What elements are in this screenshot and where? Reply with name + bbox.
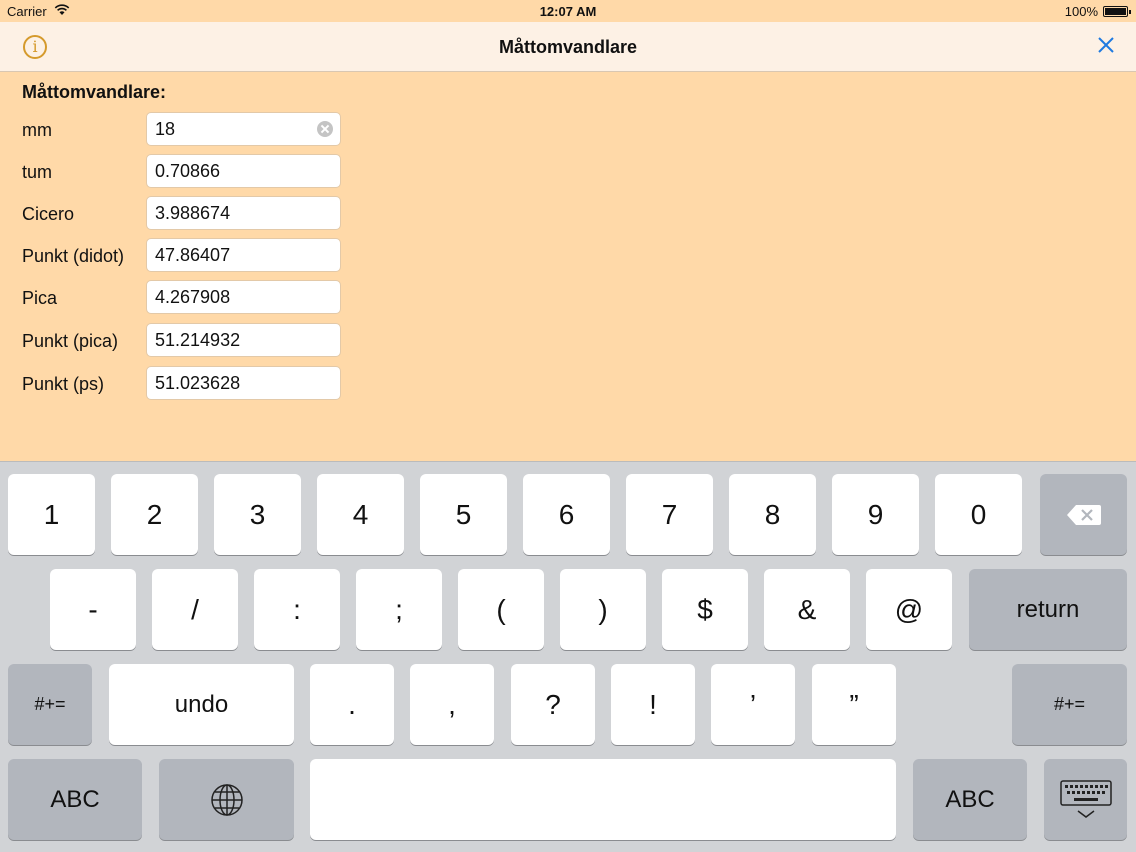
row-pica: Pica: [22, 280, 352, 314]
label-punkt-pica: Punkt (pica): [22, 331, 119, 351]
key-comma[interactable]: ,: [410, 664, 494, 745]
key-3[interactable]: 3: [214, 474, 301, 555]
navigation-bar: i Måttomvandlare: [0, 22, 1136, 72]
key-question[interactable]: ?: [511, 664, 595, 745]
tum-input[interactable]: [146, 154, 341, 188]
row-punkt-pica: Punkt (pica): [22, 323, 352, 357]
label-punkt-ps: Punkt (ps): [22, 374, 105, 394]
return-key[interactable]: return: [969, 569, 1127, 650]
keyboard: 1 2 3 4 5 6 7 8 9 0 - / : ; ( ) $ & @ re…: [0, 461, 1136, 852]
undo-key[interactable]: undo: [109, 664, 294, 745]
key-apostrophe[interactable]: ’: [711, 664, 795, 745]
pica-input[interactable]: [146, 280, 341, 314]
abc-key-left[interactable]: ABC: [8, 759, 142, 840]
key-colon[interactable]: :: [254, 569, 340, 650]
abc-key-right[interactable]: ABC: [913, 759, 1027, 840]
close-icon[interactable]: [1096, 35, 1116, 55]
symbols-key-right[interactable]: #+=: [1012, 664, 1127, 745]
key-5[interactable]: 5: [420, 474, 507, 555]
row-mm: mm: [22, 112, 352, 146]
status-time: 12:07 AM: [539, 4, 597, 19]
row-cicero: Cicero: [22, 196, 352, 230]
space-key[interactable]: [310, 759, 896, 840]
row-punkt-didot: Punkt (didot): [22, 238, 352, 272]
symbols-key-left[interactable]: #+=: [8, 664, 92, 745]
key-open-paren[interactable]: (: [458, 569, 544, 650]
key-4[interactable]: 4: [317, 474, 404, 555]
backspace-key[interactable]: [1040, 474, 1127, 555]
label-mm: mm: [22, 120, 52, 140]
globe-key[interactable]: [159, 759, 294, 840]
key-2[interactable]: 2: [111, 474, 198, 555]
cicero-input[interactable]: [146, 196, 341, 230]
key-0[interactable]: 0: [935, 474, 1022, 555]
backspace-icon: [1066, 504, 1101, 525]
key-6[interactable]: 6: [523, 474, 610, 555]
punkt-didot-input[interactable]: [146, 238, 341, 272]
key-8[interactable]: 8: [729, 474, 816, 555]
key-dollar[interactable]: $: [662, 569, 748, 650]
punkt-pica-input[interactable]: [146, 323, 341, 357]
battery-percentage: 100%: [1064, 4, 1098, 19]
page-title: Måttomvandlare: [498, 37, 638, 57]
keyboard-dismiss-key[interactable]: [1044, 759, 1127, 840]
battery-icon: [1103, 6, 1131, 17]
label-tum: tum: [22, 162, 53, 182]
key-quote[interactable]: ”: [812, 664, 896, 745]
key-1[interactable]: 1: [8, 474, 95, 555]
key-7[interactable]: 7: [626, 474, 713, 555]
key-9[interactable]: 9: [832, 474, 919, 555]
mm-input[interactable]: [146, 112, 341, 146]
form-title: Måttomvandlare:: [22, 82, 167, 102]
key-close-paren[interactable]: ): [560, 569, 646, 650]
status-bar: Carrier 12:07 AM 100%: [0, 0, 1136, 22]
key-at[interactable]: @: [866, 569, 952, 650]
punkt-ps-input[interactable]: [146, 366, 341, 400]
globe-icon: [210, 783, 243, 816]
key-exclamation[interactable]: !: [611, 664, 695, 745]
keyboard-dismiss-icon: [1059, 779, 1112, 818]
label-punkt-didot: Punkt (didot): [22, 246, 125, 266]
key-period[interactable]: .: [310, 664, 394, 745]
label-pica: Pica: [22, 288, 58, 308]
row-punkt-ps: Punkt (ps): [22, 366, 352, 400]
key-hyphen[interactable]: -: [50, 569, 136, 650]
key-slash[interactable]: /: [152, 569, 238, 650]
key-ampersand[interactable]: &: [764, 569, 850, 650]
key-semicolon[interactable]: ;: [356, 569, 442, 650]
clear-icon[interactable]: [317, 121, 333, 137]
row-tum: tum: [22, 154, 352, 188]
label-cicero: Cicero: [22, 204, 75, 224]
